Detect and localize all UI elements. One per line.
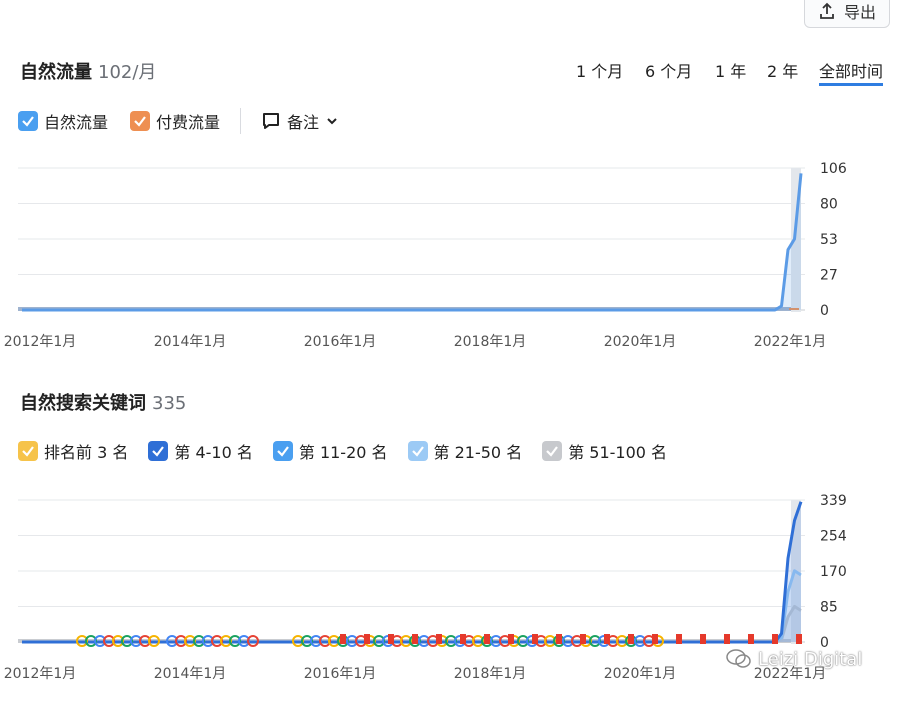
keywords-y-tick-label: 170 [820, 564, 847, 580]
legend-11-20[interactable]: 第 11-20 名 [272, 439, 388, 463]
legend-4-10[interactable]: 第 4-10 名 [148, 439, 253, 463]
traffic-x-tick-label: 2016年1月 [304, 334, 377, 350]
keywords-event-flag-marker [508, 634, 514, 644]
legend-label: 付费流量 [156, 113, 221, 132]
keywords-event-flag-marker [388, 634, 394, 644]
keywords-y-tick-label: 339 [820, 493, 847, 509]
checkbox-icon [407, 441, 428, 461]
keywords-x-tick-label: 2018年1月 [454, 666, 527, 682]
checkbox-icon [18, 441, 38, 461]
traffic-x-tick-label: 2018年1月 [454, 334, 527, 350]
keywords-event-flag-marker [484, 634, 490, 644]
traffic-line-自然流量 [22, 173, 803, 312]
keywords-event-flag-marker [436, 634, 442, 644]
comment-icon [263, 113, 280, 129]
legend-organic-traffic[interactable]: 自然流量 [18, 109, 108, 133]
legend-label: 第 11-20 名 [298, 443, 388, 462]
keywords-y-tick-label: 254 [820, 529, 847, 545]
keywords-event-flag-marker [460, 634, 466, 644]
legend-label: 自然流量 [44, 113, 109, 132]
keywords-event-flag-marker [532, 634, 538, 644]
keywords-event-flag-marker [700, 634, 706, 644]
keywords-count: 335 [152, 393, 187, 414]
legend-label: 排名前 3 名 [44, 443, 129, 462]
traffic-title: 自然流量 102/月 [20, 58, 156, 84]
keywords-y-tick-label: 85 [820, 600, 838, 616]
keywords-event-flag-marker [772, 634, 778, 644]
traffic-count: 102/月 [98, 62, 157, 83]
keywords-area-第 4-10 名 [22, 501, 801, 642]
export-label: 导出 [843, 3, 876, 22]
checkbox-icon [148, 441, 169, 461]
keywords-event-flag-marker [628, 634, 634, 644]
watermark-text: Leizi Digital [758, 648, 863, 670]
notes-dropdown[interactable]: 备注 [261, 109, 339, 133]
legend-label: 第 4-10 名 [174, 443, 253, 462]
legend-label: 第 21-50 名 [433, 443, 523, 462]
traffic-y-tick-label: 0 [820, 303, 829, 319]
keywords-event-flag-marker [748, 634, 754, 644]
keywords-x-tick-label: 2016年1月 [304, 666, 377, 682]
legend-51-100[interactable]: 第 51-100 名 [542, 439, 667, 463]
chevron-down-icon [327, 118, 337, 125]
tab-6-months[interactable]: 6 个月 [645, 58, 715, 86]
tab-1-year[interactable]: 1 年 [715, 58, 767, 86]
tab-all-time[interactable]: 全部时间 [819, 58, 884, 86]
traffic-x-tick-label: 2012年1月 [4, 334, 77, 350]
keywords-event-flag-marker [724, 634, 730, 644]
upload-icon [820, 2, 834, 19]
keywords-line-第 4-10 名 [22, 501, 803, 644]
traffic-y-tick-label: 106 [820, 161, 847, 177]
traffic-x-tick-label: 2022年1月 [754, 334, 827, 350]
keywords-title: 自然搜索关键词 335 [20, 389, 186, 415]
checkbox-icon [18, 111, 38, 131]
legend-divider [240, 108, 242, 134]
traffic-y-tick-label: 53 [820, 232, 838, 248]
traffic-area-自然流量 [22, 173, 801, 310]
keywords-event-flag-marker [364, 634, 370, 644]
traffic-y-tick-label: 80 [820, 197, 838, 213]
watermark: Leizi Digital [726, 648, 862, 670]
traffic-x-tick-label: 2020年1月 [604, 334, 677, 350]
keywords-event-flag-marker [580, 634, 586, 644]
keywords-x-tick-label: 2014年1月 [154, 666, 227, 682]
keywords-event-flag-marker [676, 634, 682, 644]
traffic-title-text: 自然流量 [20, 62, 92, 83]
keywords-event-flag-marker [412, 634, 418, 644]
legend-paid-traffic[interactable]: 付费流量 [130, 109, 220, 133]
tab-1-month[interactable]: 1 个月 [576, 58, 645, 86]
tab-2-years[interactable]: 2 年 [767, 58, 819, 86]
keywords-x-tick-label: 2020年1月 [604, 666, 677, 682]
keywords-event-flag-marker [796, 634, 802, 644]
export-button[interactable]: 导出 [804, 0, 890, 28]
keywords-event-flag-marker [340, 634, 346, 644]
traffic-chart: 106 80 53 27 0 2012年1月 2014年1月 2016年1月 2018年1月 20… [4, 161, 847, 350]
traffic-x-tick-label: 2014年1月 [154, 334, 227, 350]
keywords-x-tick-label: 2012年1月 [4, 666, 77, 682]
traffic-y-tick-label: 27 [820, 268, 838, 284]
checkbox-icon [272, 441, 293, 461]
wechat-icon [726, 649, 751, 668]
keywords-event-flag-marker [604, 634, 610, 644]
checkbox-icon [130, 111, 151, 131]
keywords-event-flag-marker [556, 634, 562, 644]
checkbox-icon [542, 441, 563, 461]
legend-top-3[interactable]: 排名前 3 名 [18, 439, 128, 463]
keywords-title-text: 自然搜索关键词 [20, 393, 146, 414]
keywords-legend: 排名前 3 名 第 4-10 名 第 11-20 名 第 21-50 名 第 5… [18, 439, 667, 463]
legend-label: 第 51-100 名 [568, 443, 668, 462]
traffic-legend: 自然流量 付费流量 备注 [18, 108, 339, 134]
time-range-tabs: 1 个月 6 个月 1 年 2 年 全部时间 [576, 58, 884, 86]
legend-21-50[interactable]: 第 21-50 名 [407, 439, 523, 463]
keywords-event-flag-marker [652, 634, 658, 644]
notes-label: 备注 [287, 113, 320, 132]
